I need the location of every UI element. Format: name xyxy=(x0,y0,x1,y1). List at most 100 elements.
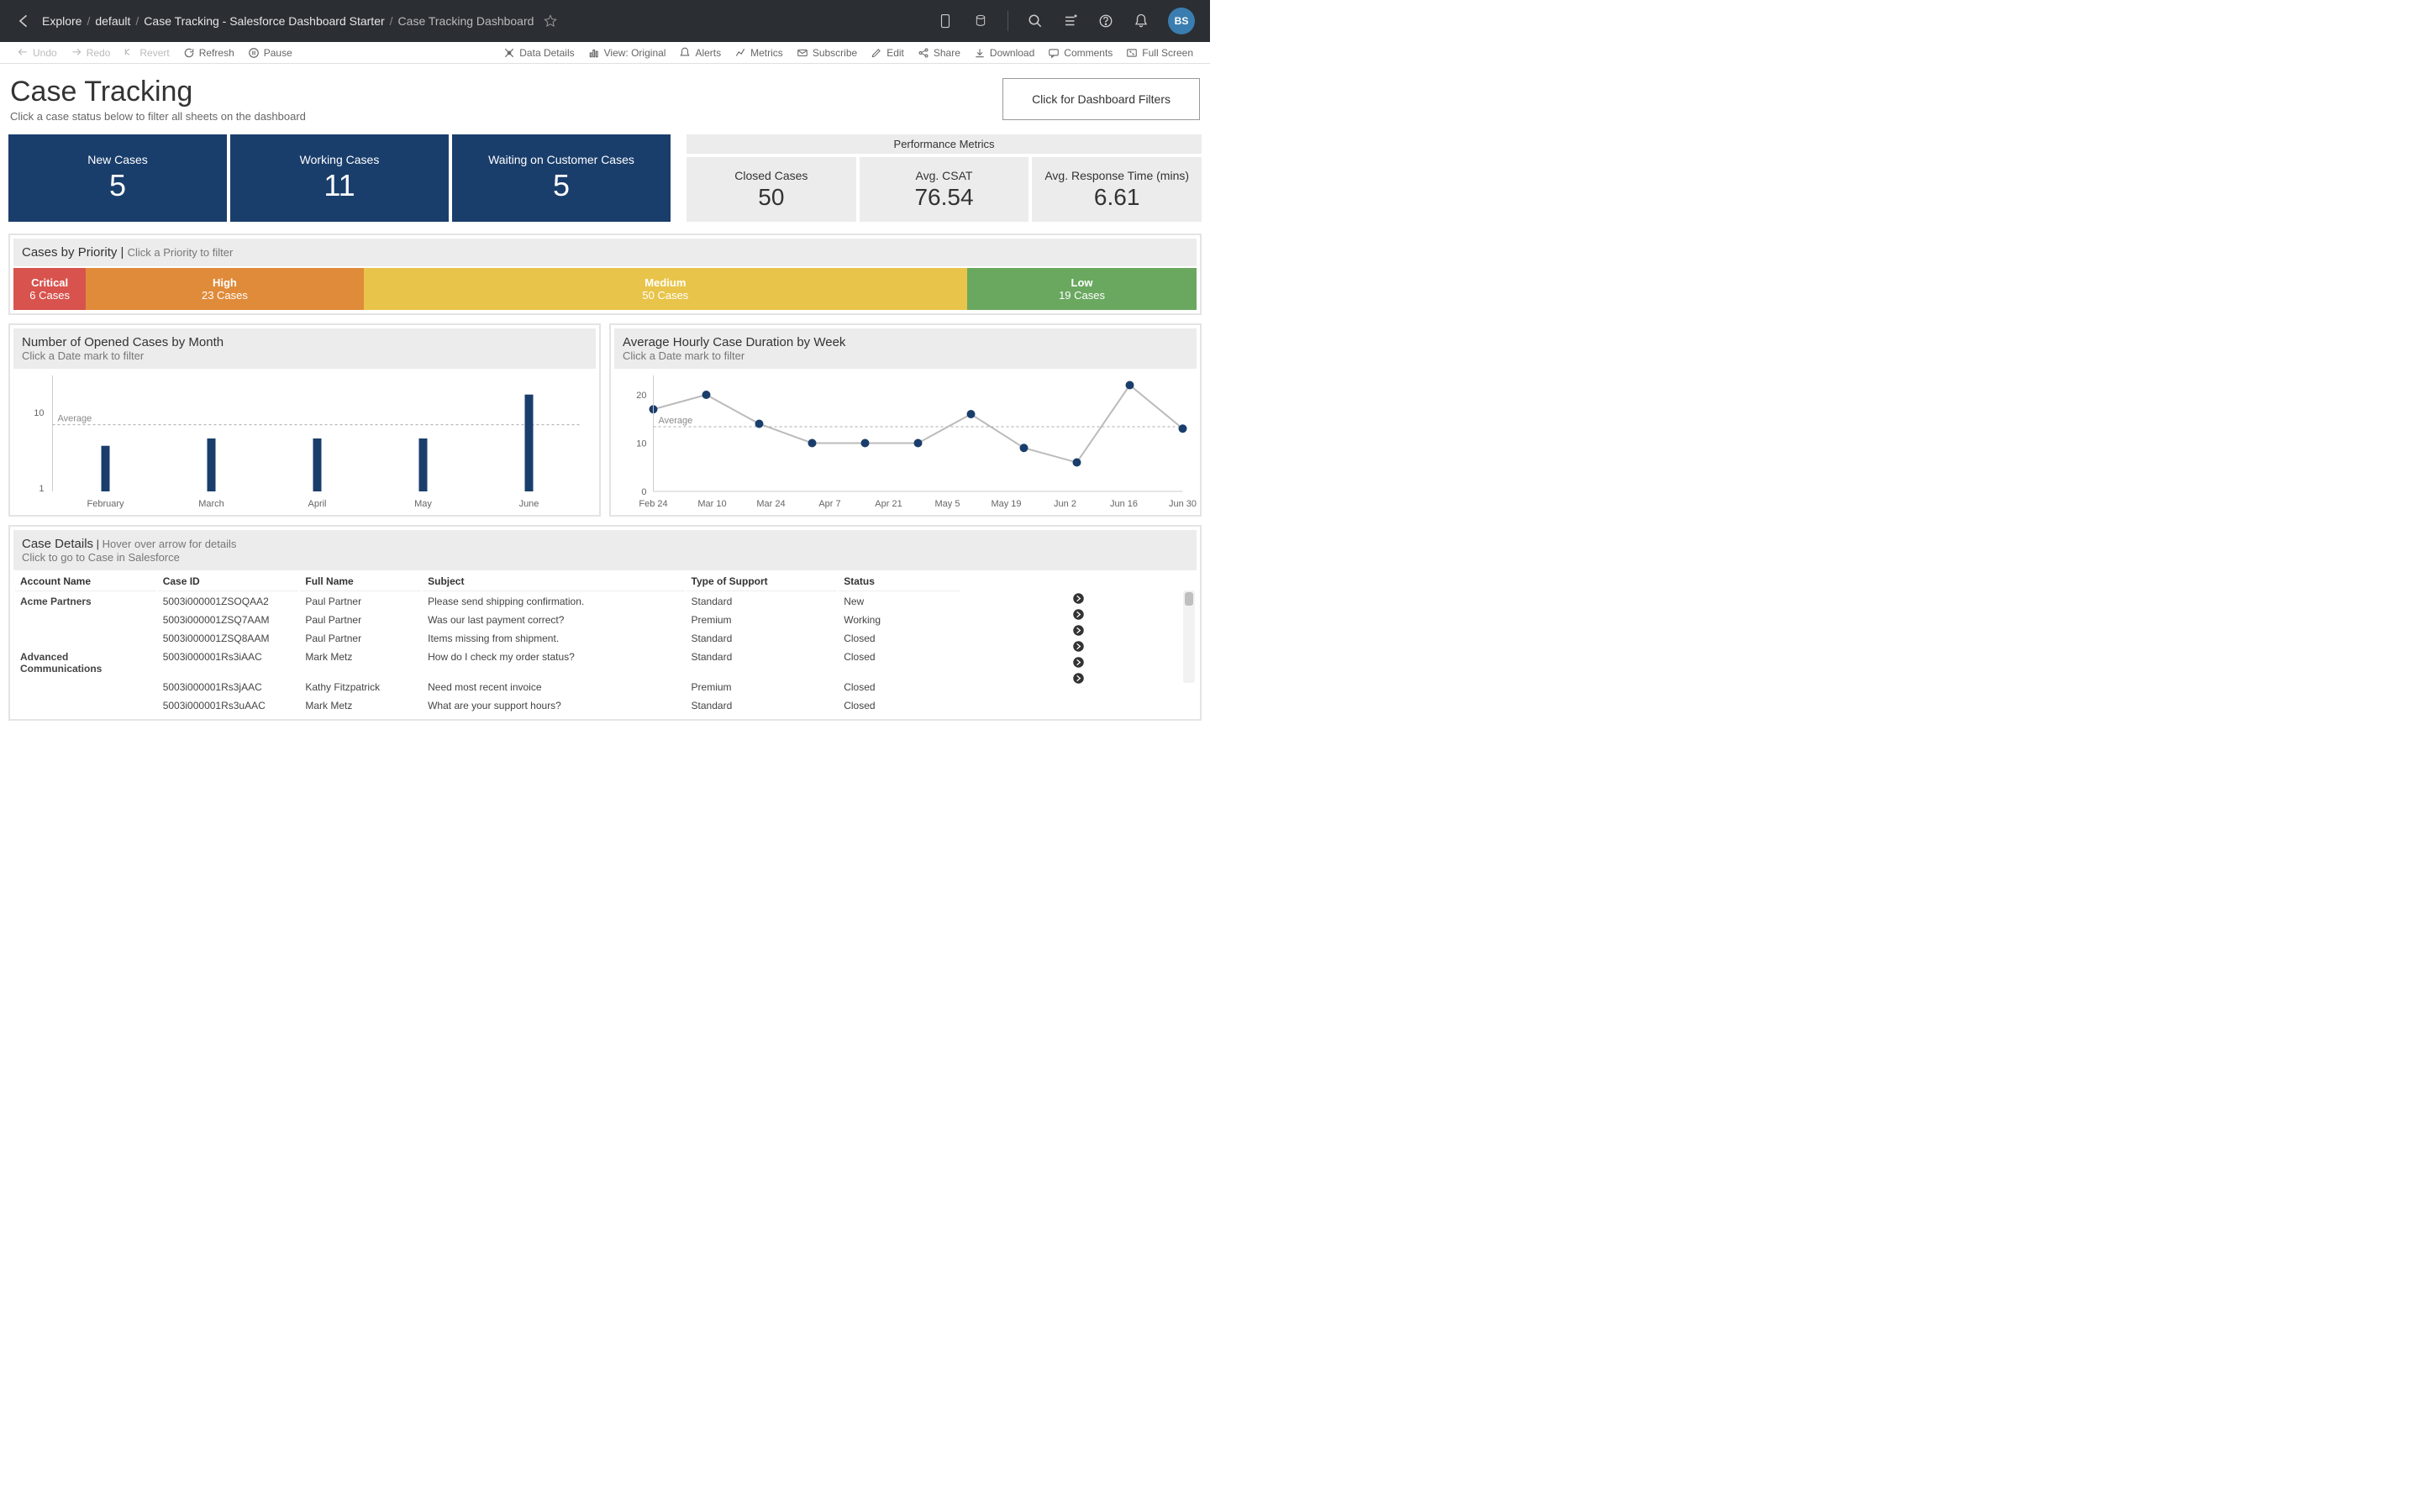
breadcrumb: Explore / default / Case Tracking - Sale… xyxy=(42,14,534,28)
table-row[interactable]: 5003i000001ZSQ7AAMPaul PartnerWas our la… xyxy=(15,612,960,628)
edit-button[interactable]: Edit xyxy=(864,47,911,59)
table-row[interactable]: 5003i000001Rs3jAACKathy FitzpatrickNeed … xyxy=(15,679,960,696)
performance-header: Performance Metrics xyxy=(687,134,1202,154)
svg-text:Apr 7: Apr 7 xyxy=(818,499,840,509)
details-arrow-column xyxy=(961,570,1197,716)
details-table: Account NameCase IDFull NameSubjectType … xyxy=(13,570,961,716)
perf-label: Closed Cases xyxy=(734,169,808,182)
kpi-working-cases[interactable]: Working Cases 11 xyxy=(230,134,449,222)
kpi-label: Waiting on Customer Cases xyxy=(488,153,634,166)
go-arrow-icon[interactable] xyxy=(1072,592,1086,606)
svg-text:20: 20 xyxy=(636,391,646,401)
fullscreen-button[interactable]: Full Screen xyxy=(1119,47,1200,59)
breadcrumb-explore[interactable]: Explore xyxy=(42,14,82,28)
svg-text:March: March xyxy=(198,499,224,509)
col-header: Account Name xyxy=(15,572,156,591)
perf-label: Avg. Response Time (mins) xyxy=(1044,169,1189,182)
alerts-button[interactable]: Alerts xyxy=(672,47,728,59)
svg-text:February: February xyxy=(87,499,124,509)
go-arrow-icon[interactable] xyxy=(1072,656,1086,669)
redo-button[interactable]: Redo xyxy=(64,47,118,59)
priority-critical[interactable]: Critical6 Cases xyxy=(13,268,86,310)
details-title: Case Details xyxy=(22,537,93,551)
priority-bar: Critical6 CasesHigh23 CasesMedium50 Case… xyxy=(13,268,1197,310)
breadcrumb-workbook[interactable]: Case Tracking - Salesforce Dashboard Sta… xyxy=(144,14,384,28)
help-icon[interactable] xyxy=(1097,13,1114,29)
svg-text:June: June xyxy=(519,499,539,509)
back-arrow-icon[interactable] xyxy=(15,12,34,30)
details-hint: Hover over arrow for details xyxy=(103,538,237,550)
breadcrumb-current: Case Tracking Dashboard xyxy=(398,14,534,28)
perf-value: 76.54 xyxy=(914,184,973,211)
go-arrow-icon[interactable] xyxy=(1072,608,1086,622)
go-arrow-icon[interactable] xyxy=(1072,672,1086,685)
download-button[interactable]: Download xyxy=(967,47,1041,59)
go-arrow-icon[interactable] xyxy=(1072,624,1086,638)
refresh-button[interactable]: Refresh xyxy=(176,47,241,59)
svg-text:Mar 24: Mar 24 xyxy=(756,499,785,509)
chart-month-body[interactable]: 101AverageFebruaryMarchAprilMayJune xyxy=(13,369,596,512)
metrics-button[interactable]: Metrics xyxy=(728,47,790,59)
device-preview-icon[interactable] xyxy=(937,13,954,29)
table-row[interactable]: 5003i000001ZSQ8AAMPaul PartnerItems miss… xyxy=(15,630,960,647)
topbar-right: BS xyxy=(937,8,1195,34)
breadcrumb-default[interactable]: default xyxy=(95,14,130,28)
go-arrow-icon[interactable] xyxy=(1072,640,1086,654)
kpi-value: 11 xyxy=(324,168,355,203)
svg-text:Feb 24: Feb 24 xyxy=(639,499,667,509)
svg-text:Jun 2: Jun 2 xyxy=(1054,499,1076,509)
svg-text:Jun 30: Jun 30 xyxy=(1169,499,1197,509)
avatar[interactable]: BS xyxy=(1168,8,1195,34)
perf-avg-csat[interactable]: Avg. CSAT 76.54 xyxy=(860,157,1029,222)
kpi-waiting-cases[interactable]: Waiting on Customer Cases 5 xyxy=(452,134,671,222)
undo-button[interactable]: Undo xyxy=(10,47,64,59)
dashboard-filters-button[interactable]: Click for Dashboard Filters xyxy=(1002,78,1200,120)
chart-month-panel: Number of Opened Cases by Month Click a … xyxy=(8,323,601,517)
datasource-icon[interactable] xyxy=(972,13,989,29)
perf-closed-cases[interactable]: Closed Cases 50 xyxy=(687,157,856,222)
col-header: Subject xyxy=(423,572,684,591)
col-header: Case ID xyxy=(158,572,299,591)
priority-high[interactable]: High23 Cases xyxy=(86,268,363,310)
col-header: Full Name xyxy=(300,572,421,591)
svg-text:Average: Average xyxy=(58,414,92,424)
kpi-row: New Cases 5 Working Cases 11 Waiting on … xyxy=(8,134,1202,222)
share-button[interactable]: Share xyxy=(911,47,967,59)
col-header: Status xyxy=(839,572,960,591)
perf-label: Avg. CSAT xyxy=(916,169,973,182)
pause-button[interactable]: Pause xyxy=(241,47,299,59)
chart-month-title: Number of Opened Cases by Month xyxy=(22,335,587,349)
priority-medium[interactable]: Medium50 Cases xyxy=(364,268,967,310)
dashboard: Case Tracking Click a case status below … xyxy=(0,64,1210,756)
priority-panel: Cases by Priority | Click a Priority to … xyxy=(8,234,1202,315)
list-icon[interactable] xyxy=(1062,13,1079,29)
perf-value: 6.61 xyxy=(1094,184,1140,211)
svg-text:0: 0 xyxy=(641,487,646,497)
kpi-new-cases[interactable]: New Cases 5 xyxy=(8,134,227,222)
notifications-icon[interactable] xyxy=(1133,13,1150,29)
priority-low[interactable]: Low19 Cases xyxy=(967,268,1197,310)
view-button[interactable]: View: Original xyxy=(581,47,673,59)
search-icon[interactable] xyxy=(1027,13,1044,29)
perf-avg-response[interactable]: Avg. Response Time (mins) 6.61 xyxy=(1032,157,1202,222)
toolbar: Undo Redo Revert Refresh Pause Data Deta… xyxy=(0,42,1210,64)
kpi-value: 5 xyxy=(553,168,570,203)
revert-button[interactable]: Revert xyxy=(117,47,176,59)
priority-hint: Click a Priority to filter xyxy=(128,246,234,259)
table-row[interactable]: Advanced Communications5003i000001Rs3iAA… xyxy=(15,648,960,677)
svg-text:10: 10 xyxy=(34,408,44,418)
svg-text:May: May xyxy=(414,499,432,509)
favorite-star-icon[interactable] xyxy=(542,13,559,29)
subscribe-button[interactable]: Subscribe xyxy=(790,47,864,59)
comments-button[interactable]: Comments xyxy=(1041,47,1119,59)
data-details-button[interactable]: Data Details xyxy=(497,47,581,59)
details-scrollbar[interactable] xyxy=(1183,591,1195,683)
chart-week-body[interactable]: 20100AverageFeb 24Mar 10Mar 24Apr 7Apr 2… xyxy=(614,369,1197,512)
chart-week-panel: Average Hourly Case Duration by Week Cli… xyxy=(609,323,1202,517)
details-panel: Case Details | Hover over arrow for deta… xyxy=(8,525,1202,721)
table-row[interactable]: 5003i000001Rs3uAACMark MetzWhat are your… xyxy=(15,697,960,714)
svg-text:Jun 16: Jun 16 xyxy=(1110,499,1138,509)
chart-month-hint: Click a Date mark to filter xyxy=(22,349,587,362)
table-row[interactable]: Acme Partners5003i000001ZSOQAA2Paul Part… xyxy=(15,593,960,610)
kpi-value: 5 xyxy=(109,168,126,203)
